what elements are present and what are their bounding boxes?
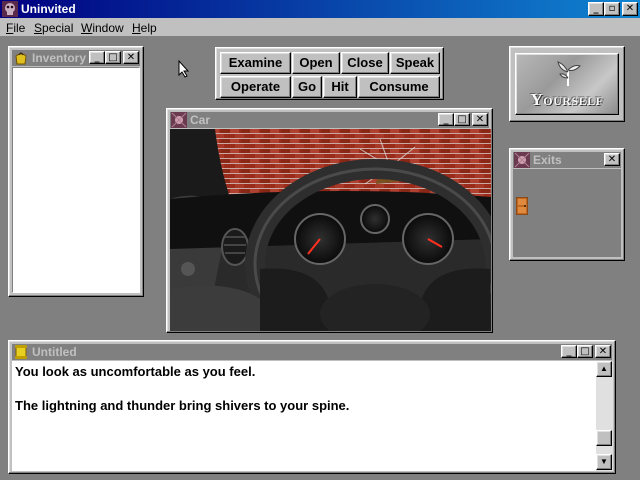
close-button[interactable]: ✕	[622, 2, 638, 16]
close-button[interactable]: ✕	[604, 153, 620, 166]
menu-window[interactable]: Window	[81, 21, 124, 35]
exits-area	[513, 169, 621, 257]
hit-button[interactable]: Hit	[323, 76, 357, 98]
menu-file[interactable]: File	[6, 21, 25, 35]
open-button[interactable]: Open	[292, 52, 340, 74]
mouse-cursor-icon	[178, 60, 190, 78]
go-button[interactable]: Go	[292, 76, 322, 98]
close-button[interactable]: ✕	[123, 51, 139, 64]
text-window-title-bar[interactable]: Untitled _ □ ✕	[12, 344, 612, 360]
operate-button[interactable]: Operate	[220, 76, 291, 98]
menu-bar: File Special Window Help	[0, 18, 640, 37]
restore-button[interactable]: ▫	[604, 2, 620, 16]
inventory-window: Inventory _ □ ✕	[8, 46, 144, 297]
car-interior-scene[interactable]	[170, 129, 491, 331]
minimize-button[interactable]: _	[561, 345, 577, 358]
speak-button[interactable]: Speak	[390, 52, 440, 74]
text-output-area[interactable]: You look as uncomfortable as you feel. T…	[12, 361, 596, 471]
car-title-bar[interactable]: Car _ □ ✕	[170, 112, 489, 128]
skull-app-icon	[2, 1, 18, 17]
scroll-down-button[interactable]: ▼	[596, 454, 612, 470]
inventory-area[interactable]	[12, 67, 140, 293]
car-window-icon	[171, 112, 187, 128]
bag-icon	[15, 52, 27, 65]
menu-special[interactable]: Special	[34, 21, 73, 35]
minimize-button[interactable]: _	[89, 51, 105, 64]
command-panel: Examine Open Close Speak Operate Go Hit …	[215, 47, 444, 100]
close-button[interactable]: ✕	[472, 113, 488, 126]
door-exit-icon[interactable]	[516, 197, 528, 215]
exits-window-icon	[514, 152, 530, 168]
message-line: The lightning and thunder bring shivers …	[15, 398, 350, 413]
yourself-button[interactable]: Yourself	[515, 53, 619, 115]
maximize-button[interactable]: □	[454, 113, 470, 126]
menu-help[interactable]: Help	[132, 21, 157, 35]
text-window: Untitled _ □ ✕ You look as uncomfortable…	[8, 340, 616, 474]
message-line: You look as uncomfortable as you feel.	[15, 364, 256, 379]
scroll-up-button[interactable]: ▲	[596, 361, 612, 377]
vertical-scrollbar[interactable]: ▲ ▼	[596, 361, 613, 471]
minimize-button[interactable]: _	[438, 113, 454, 126]
maximize-button[interactable]: □	[577, 345, 593, 358]
consume-button[interactable]: Consume	[358, 76, 440, 98]
scroll-icon	[15, 345, 27, 359]
inventory-title-bar[interactable]: Inventory _ □ ✕	[12, 50, 140, 66]
app-title: Uninvited	[21, 2, 76, 16]
minimize-button[interactable]: _	[588, 2, 604, 16]
app-title-bar[interactable]: Uninvited _ ▫ ✕	[0, 0, 640, 18]
exits-window: Exits ✕	[509, 148, 625, 261]
close-button[interactable]: ✕	[595, 345, 611, 358]
car-window: Car _ □ ✕	[166, 108, 493, 333]
exits-title-bar[interactable]: Exits ✕	[513, 152, 621, 168]
scroll-thumb[interactable]	[596, 430, 612, 446]
yourself-label: Yourself	[530, 90, 604, 109]
yourself-panel: Yourself	[509, 46, 625, 122]
close-command-button[interactable]: Close	[341, 52, 389, 74]
examine-button[interactable]: Examine	[220, 52, 291, 74]
maximize-button[interactable]: □	[105, 51, 121, 64]
plant-emblem-icon	[557, 61, 581, 86]
